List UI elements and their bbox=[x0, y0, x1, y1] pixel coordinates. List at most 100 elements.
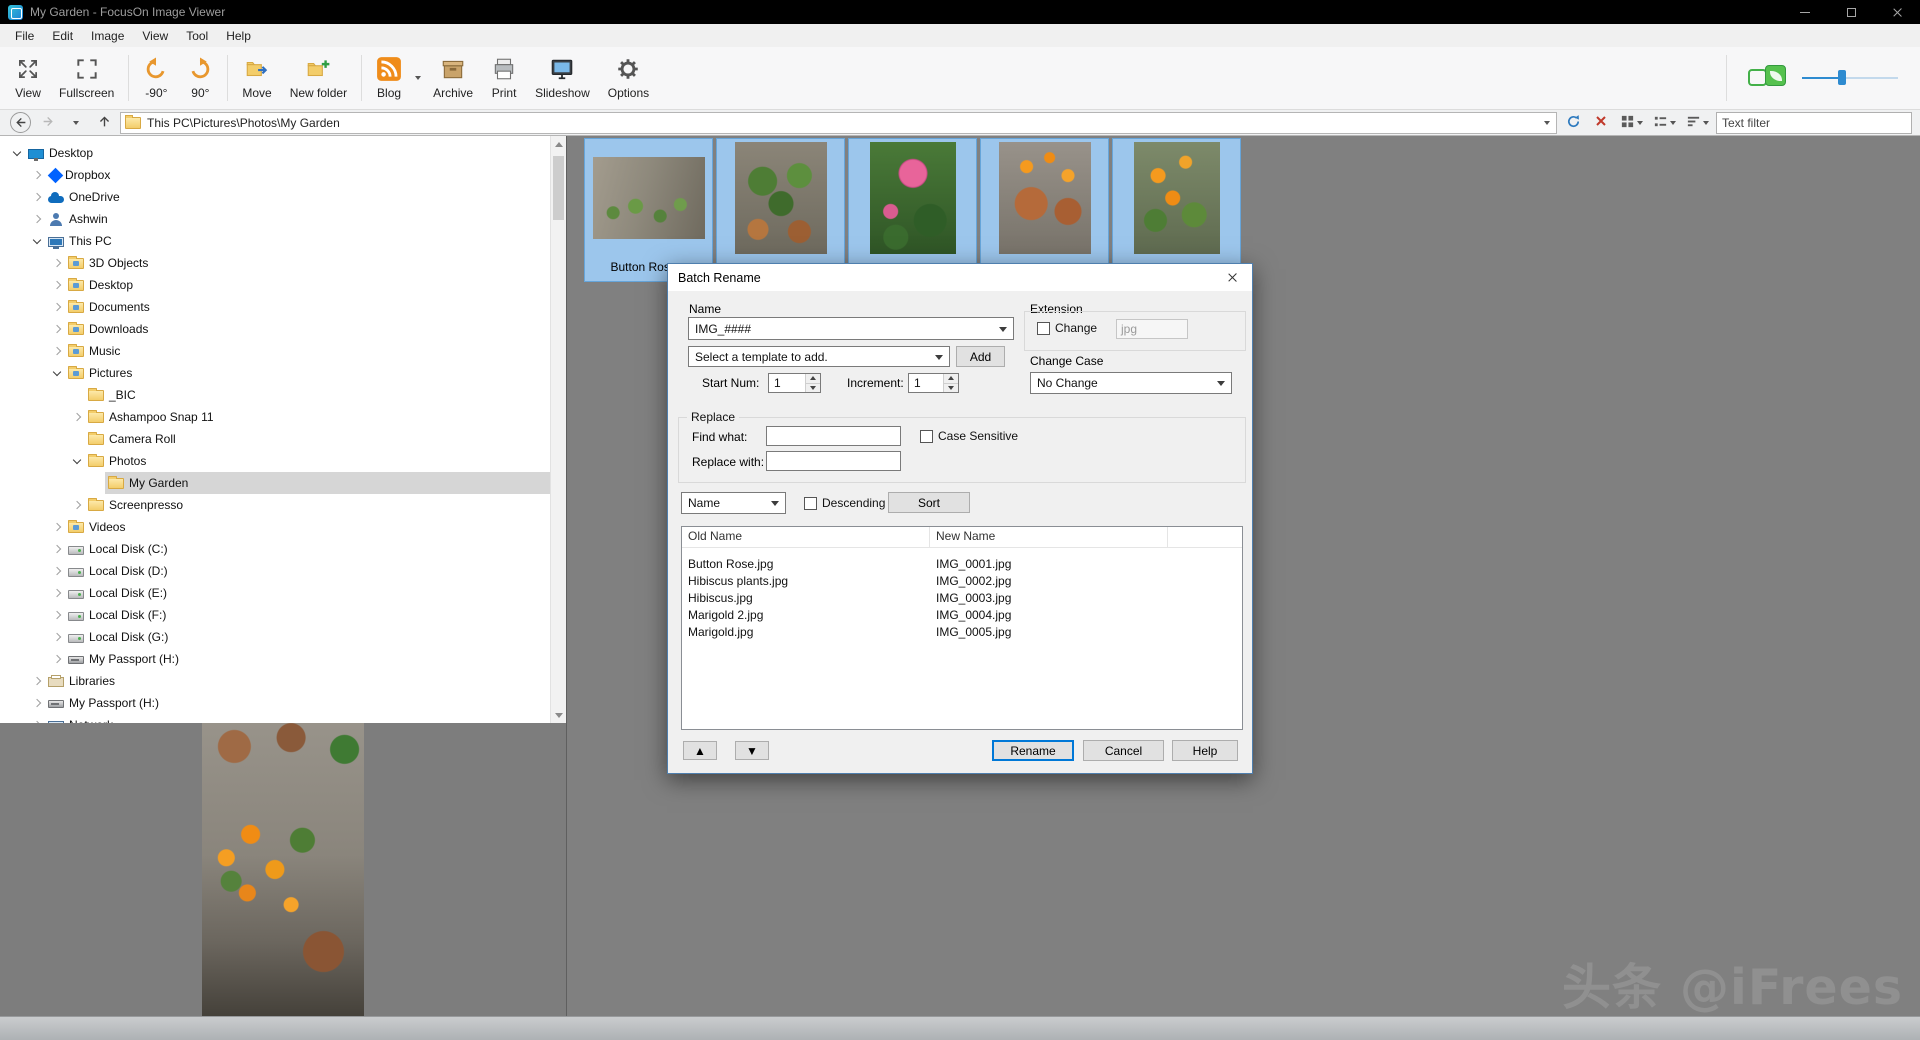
menu-tool[interactable]: Tool bbox=[177, 29, 217, 43]
tree-item-documents[interactable]: Documents bbox=[0, 296, 551, 318]
tree-item-videos[interactable]: Videos bbox=[0, 516, 551, 538]
refresh-button[interactable] bbox=[1561, 112, 1585, 134]
spinner-buttons[interactable] bbox=[805, 374, 820, 392]
address-dropdown-chevron[interactable] bbox=[1544, 121, 1550, 125]
new-folder-button[interactable]: New folder bbox=[281, 49, 356, 107]
text-filter-input[interactable] bbox=[1716, 112, 1912, 134]
expander-down-icon[interactable] bbox=[8, 142, 25, 164]
tree-item-this-pc[interactable]: This PC bbox=[0, 230, 551, 252]
move-up-button[interactable]: ▲ bbox=[683, 741, 717, 760]
move-button[interactable]: Move bbox=[233, 49, 280, 107]
tree-item-bic[interactable]: _BIC bbox=[0, 384, 551, 406]
tree-item-dropbox[interactable]: Dropbox bbox=[0, 164, 551, 186]
spinner-buttons[interactable] bbox=[943, 374, 958, 392]
expander-right-icon[interactable] bbox=[28, 692, 45, 714]
expander-right-icon[interactable] bbox=[48, 604, 65, 626]
tree-item-libraries[interactable]: Libraries bbox=[0, 670, 551, 692]
fullscreen-button[interactable]: Fullscreen bbox=[50, 49, 123, 107]
blog-dropdown-chevron[interactable] bbox=[411, 49, 424, 107]
expander-right-icon[interactable] bbox=[28, 670, 45, 692]
view-button[interactable]: View bbox=[6, 49, 50, 107]
blog-button[interactable]: Blog bbox=[367, 49, 411, 107]
tree-item-downloads[interactable]: Downloads bbox=[0, 318, 551, 340]
thumbnail-4[interactable] bbox=[980, 138, 1109, 282]
rotate-right-button[interactable]: 90° bbox=[178, 49, 222, 107]
tree-item-my-garden[interactable]: My Garden bbox=[0, 472, 551, 494]
expander-right-icon[interactable] bbox=[68, 406, 85, 428]
view-grid-button[interactable] bbox=[1617, 112, 1646, 134]
change-extension-checkbox[interactable]: Change bbox=[1037, 321, 1097, 335]
change-case-select[interactable]: No Change bbox=[1030, 372, 1232, 394]
start-num-spinner[interactable]: 1 bbox=[768, 373, 821, 393]
tree-item-3d-objects[interactable]: 3D Objects bbox=[0, 252, 551, 274]
descending-checkbox[interactable]: Descending bbox=[804, 496, 885, 510]
tree-item-photos[interactable]: Photos bbox=[0, 450, 551, 472]
expander-right-icon[interactable] bbox=[48, 296, 65, 318]
expander-right-icon[interactable] bbox=[48, 516, 65, 538]
tree-item-local-disk-g[interactable]: Local Disk (G:) bbox=[0, 626, 551, 648]
find-what-input[interactable] bbox=[766, 426, 901, 446]
zoom-slider[interactable] bbox=[1802, 69, 1898, 87]
close-button[interactable] bbox=[1874, 0, 1920, 24]
menu-edit[interactable]: Edit bbox=[43, 29, 82, 43]
tree-item-local-disk-d[interactable]: Local Disk (D:) bbox=[0, 560, 551, 582]
slideshow-button[interactable]: Slideshow bbox=[526, 49, 599, 107]
expander-right-icon[interactable] bbox=[48, 252, 65, 274]
add-button[interactable]: Add bbox=[956, 346, 1005, 367]
expander-right-icon[interactable] bbox=[48, 340, 65, 362]
tree-item-desktop[interactable]: Desktop bbox=[0, 142, 551, 164]
expander-right-icon[interactable] bbox=[68, 494, 85, 516]
thumbnail-5[interactable] bbox=[1112, 138, 1241, 282]
replace-with-input[interactable] bbox=[766, 451, 901, 471]
expander-right-icon[interactable] bbox=[28, 714, 45, 723]
back-button[interactable] bbox=[8, 112, 32, 134]
table-row[interactable]: Marigold 2.jpgIMG_0004.jpg bbox=[682, 607, 1242, 624]
spin-down-icon[interactable] bbox=[806, 384, 820, 393]
tree-item-desktop[interactable]: Desktop bbox=[0, 274, 551, 296]
dialog-close-button[interactable] bbox=[1212, 264, 1252, 291]
name-pattern-combo[interactable]: IMG_#### bbox=[688, 317, 1014, 340]
expander-right-icon[interactable] bbox=[48, 538, 65, 560]
menu-view[interactable]: View bbox=[133, 29, 177, 43]
tree-item-screenpresso[interactable]: Screenpresso bbox=[0, 494, 551, 516]
expander-right-icon[interactable] bbox=[48, 274, 65, 296]
print-button[interactable]: Print bbox=[482, 49, 526, 107]
table-row[interactable]: Hibiscus plants.jpgIMG_0002.jpg bbox=[682, 573, 1242, 590]
expander-right-icon[interactable] bbox=[48, 318, 65, 340]
menu-file[interactable]: File bbox=[6, 29, 43, 43]
scroll-up-button[interactable] bbox=[551, 136, 566, 152]
spin-down-icon[interactable] bbox=[944, 384, 958, 393]
increment-spinner[interactable]: 1 bbox=[908, 373, 959, 393]
tree-item-music[interactable]: Music bbox=[0, 340, 551, 362]
menu-image[interactable]: Image bbox=[82, 29, 133, 43]
expander-right-icon[interactable] bbox=[48, 626, 65, 648]
tree-item-onedrive[interactable]: OneDrive bbox=[0, 186, 551, 208]
up-button[interactable] bbox=[92, 112, 116, 134]
options-button[interactable]: Options bbox=[599, 49, 658, 107]
thumbnail-1[interactable]: Button Rose... bbox=[584, 138, 713, 282]
case-sensitive-checkbox[interactable]: Case Sensitive bbox=[920, 429, 1018, 443]
maximize-button[interactable] bbox=[1828, 0, 1874, 24]
expander-down-icon[interactable] bbox=[48, 362, 65, 384]
tree-item-local-disk-c[interactable]: Local Disk (C:) bbox=[0, 538, 551, 560]
extension-input[interactable]: jpg bbox=[1116, 319, 1188, 339]
scrollbar-thumb[interactable] bbox=[553, 156, 564, 220]
tree-item-pictures[interactable]: Pictures bbox=[0, 362, 551, 384]
scroll-down-button[interactable] bbox=[551, 707, 566, 723]
tree-scrollbar[interactable] bbox=[550, 136, 566, 723]
table-row[interactable]: Button Rose.jpgIMG_0001.jpg bbox=[682, 556, 1242, 573]
tree-item-ashwin[interactable]: Ashwin bbox=[0, 208, 551, 230]
expander-right-icon[interactable] bbox=[28, 186, 45, 208]
spin-up-icon[interactable] bbox=[944, 374, 958, 384]
table-row[interactable]: Marigold.jpgIMG_0005.jpg bbox=[682, 624, 1242, 641]
forward-button[interactable] bbox=[36, 112, 60, 134]
view-list-button[interactable] bbox=[1650, 112, 1679, 134]
rotate-left-button[interactable]: -90° bbox=[134, 49, 178, 107]
address-bar[interactable]: This PC\Pictures\Photos\My Garden bbox=[120, 112, 1557, 134]
tree-item-local-disk-f[interactable]: Local Disk (F:) bbox=[0, 604, 551, 626]
help-button[interactable]: Help bbox=[1172, 740, 1238, 761]
sort-button[interactable]: Sort bbox=[888, 492, 970, 513]
minimize-button[interactable] bbox=[1782, 0, 1828, 24]
template-select[interactable]: Select a template to add. bbox=[688, 346, 950, 367]
tree-item-my-passport-h[interactable]: My Passport (H:) bbox=[0, 692, 551, 714]
